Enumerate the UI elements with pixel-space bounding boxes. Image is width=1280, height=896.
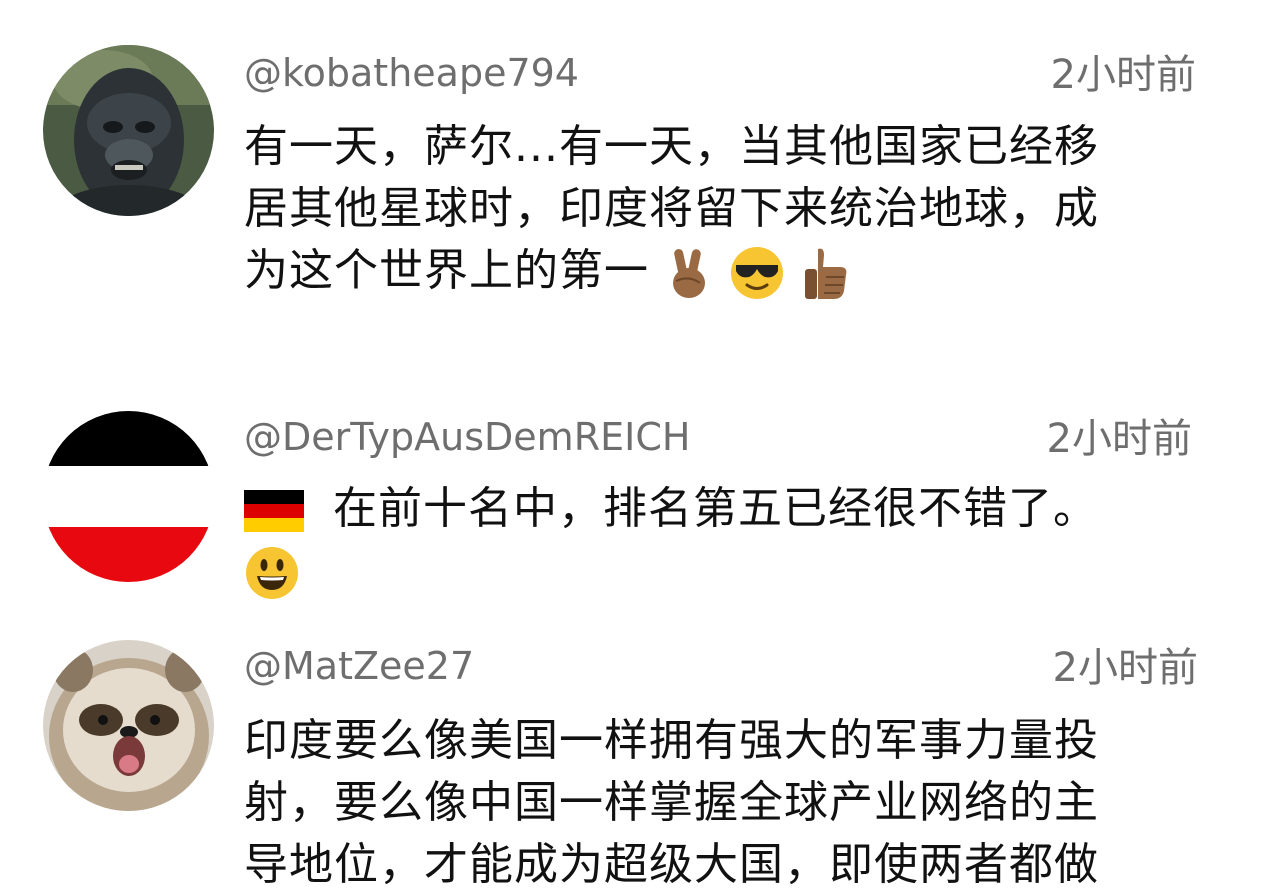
imperial-flag-avatar-icon xyxy=(43,411,214,582)
thumbs-up-emoji xyxy=(800,245,852,301)
timestamp: 2小时前 xyxy=(1046,416,1192,462)
sunglasses-face-emoji xyxy=(729,245,785,301)
germany-flag-emoji xyxy=(244,490,304,532)
comment-text-line-last xyxy=(244,540,1204,602)
username[interactable]: @MatZee27 xyxy=(244,643,474,689)
raccoon-dog-avatar-icon xyxy=(43,640,214,811)
username[interactable]: @kobatheape794 xyxy=(244,50,579,96)
timestamp: 2小时前 xyxy=(1052,645,1198,691)
comment-text-line: 在前十名中，排名第五已经很不错了。 xyxy=(333,483,1098,534)
comment-text-line: 射，要么像中国一样掌握全球产业网络的主 xyxy=(244,777,1099,828)
comment-text: 在前十名中，排名第五已经很不错了。 xyxy=(244,478,1204,602)
timestamp: 2小时前 xyxy=(1050,52,1196,98)
comment-text-line-last: 为这个世界上的第一 xyxy=(244,240,1204,302)
comment-item: @MatZee27 2小时前 印度要么像美国一样拥有强大的军事力量投 射，要么像… xyxy=(0,620,1280,890)
comment-text-line: 居其他星球时，印度将留下来统治地球，成 xyxy=(244,183,1099,234)
avatar[interactable] xyxy=(43,45,214,216)
comment-text: 有一天，萨尔...有一天，当其他国家已经移 居其他星球时，印度将留下来统治地球，… xyxy=(244,116,1204,302)
grinning-face-emoji xyxy=(244,545,300,601)
comment-text-line: 为这个世界上的第一 xyxy=(244,245,649,296)
comment-text-line-first: 在前十名中，排名第五已经很不错了。 xyxy=(244,478,1204,540)
username[interactable]: @DerTypAusDemREICH xyxy=(244,414,690,460)
comment-text: 印度要么像美国一样拥有强大的军事力量投 射，要么像中国一样掌握全球产业网络的主 … xyxy=(244,710,1204,896)
comment-text-line: 有一天，萨尔...有一天，当其他国家已经移 xyxy=(244,121,1099,172)
avatar[interactable] xyxy=(43,640,214,811)
comment-item: @DerTypAusDemREICH 2小时前 在前十名中，排名第五已经很不错了… xyxy=(0,360,1280,620)
ape-avatar-icon xyxy=(43,45,214,216)
comment-item: @kobatheape794 2小时前 有一天，萨尔...有一天，当其他国家已经… xyxy=(0,0,1280,360)
victory-hand-emoji xyxy=(664,245,714,301)
comment-text-line: 印度要么像美国一样拥有强大的军事力量投 xyxy=(244,715,1099,766)
avatar[interactable] xyxy=(43,411,214,582)
